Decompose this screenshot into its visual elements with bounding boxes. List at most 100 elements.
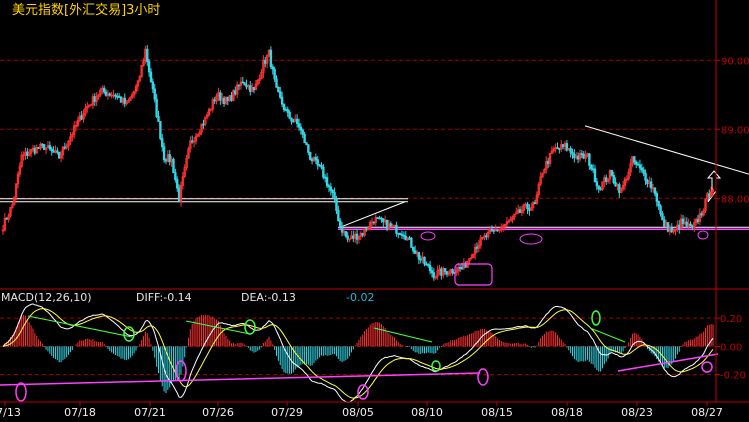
date-tick-label: 07/29 xyxy=(271,406,303,419)
candle-body xyxy=(277,86,280,93)
candle-body xyxy=(546,160,550,165)
candle-body xyxy=(26,151,29,156)
candle-body xyxy=(397,232,400,235)
candle-body xyxy=(659,205,662,215)
macd-histogram xyxy=(4,314,714,394)
candle-body xyxy=(408,237,411,240)
candle-body xyxy=(595,181,599,187)
candle-body xyxy=(597,185,600,190)
candle-body xyxy=(162,146,166,161)
candle-body xyxy=(355,233,359,240)
candle-body xyxy=(280,96,284,105)
candle-body xyxy=(412,247,415,252)
candle-body xyxy=(89,104,93,107)
candle-body xyxy=(168,154,171,163)
candle-body xyxy=(633,156,636,163)
candle-body xyxy=(558,148,561,150)
candle-body xyxy=(50,148,53,151)
candle-body xyxy=(123,97,126,105)
candle-body xyxy=(329,186,333,191)
date-tick-label: 08/15 xyxy=(481,406,513,419)
price-marker-ellipse xyxy=(697,230,709,240)
candle-body xyxy=(580,153,584,155)
candle-body xyxy=(303,133,306,144)
candle-body xyxy=(352,235,355,239)
macd-tick-label: 0.00 xyxy=(720,342,742,353)
candle-body xyxy=(339,220,342,227)
date-tick-label: 08/27 xyxy=(691,406,723,419)
candle-body xyxy=(666,222,670,232)
candle-body xyxy=(634,161,638,165)
candle-body xyxy=(569,148,572,153)
price-tick-label: 88.00 xyxy=(721,194,749,205)
candle-body xyxy=(526,203,529,210)
candle-body xyxy=(301,129,304,135)
candle-body xyxy=(642,169,645,174)
date-tick-label: 07/21 xyxy=(134,406,166,419)
candle-body xyxy=(320,164,323,168)
candle-body xyxy=(243,82,246,86)
macd-dea-value: DEA:-0.13 xyxy=(241,291,296,304)
candle-body xyxy=(48,145,52,150)
candle-body xyxy=(599,188,602,191)
candle-body xyxy=(417,252,421,260)
candle-body xyxy=(191,140,194,143)
date-tick-label: 08/23 xyxy=(621,406,653,419)
date-tick-label: 07/26 xyxy=(202,406,234,419)
price-marker-ellipse xyxy=(420,231,436,241)
candle-body xyxy=(237,84,241,87)
candle-body xyxy=(269,49,273,68)
candlestick-series xyxy=(1,45,715,281)
candle-body xyxy=(177,187,181,202)
candle-body xyxy=(335,198,338,211)
candle-body xyxy=(561,144,565,148)
candle-body xyxy=(636,163,640,166)
chart-title: 美元指数[外汇交易]3小时 xyxy=(12,3,161,18)
candle-body xyxy=(52,150,55,153)
candle-body xyxy=(649,181,653,189)
candle-body xyxy=(264,59,267,64)
candle-body xyxy=(284,109,288,111)
candle-body xyxy=(33,147,37,154)
macd-divergence-line xyxy=(373,327,433,343)
candle-body xyxy=(119,96,123,103)
price-tick-label: 89.00 xyxy=(721,125,749,136)
candle-body xyxy=(378,217,381,220)
macd-marker-ellipse xyxy=(431,360,441,372)
candle-body xyxy=(428,265,432,272)
candle-body xyxy=(327,185,331,188)
candle-body xyxy=(104,91,108,96)
candle-body xyxy=(230,95,233,101)
candle-body xyxy=(252,86,256,91)
date-tick-label: 08/18 xyxy=(551,406,583,419)
candle-body xyxy=(661,213,664,221)
candle-body xyxy=(593,168,597,183)
candle-body xyxy=(663,219,666,227)
candle-body xyxy=(292,120,295,123)
candle-body xyxy=(234,90,237,95)
candle-body xyxy=(108,93,111,96)
candle-body xyxy=(451,269,454,274)
candle-body xyxy=(333,192,336,200)
candle-body xyxy=(93,96,96,102)
candle-body xyxy=(458,266,462,269)
candle-body xyxy=(685,221,688,227)
candle-body xyxy=(155,98,158,117)
candle-body xyxy=(404,235,407,241)
candle-body xyxy=(282,103,286,110)
chart-canvas: 90.00 89.00 88.00 0.20 0.00 -0.20 07/13 07/18 07… xyxy=(0,0,749,419)
candle-body xyxy=(419,258,422,261)
candle-body xyxy=(571,151,574,155)
candle-body xyxy=(63,146,67,149)
candle-body xyxy=(151,81,155,90)
candle-body xyxy=(174,172,177,181)
macd-diff-value: DIFF:-0.14 xyxy=(136,291,192,304)
candle-body xyxy=(380,217,383,220)
candle-body xyxy=(337,210,340,222)
candle-body xyxy=(365,228,368,231)
candle-body xyxy=(102,87,106,93)
candle-body xyxy=(241,81,244,84)
candle-body xyxy=(638,164,642,169)
macd-marker-ellipse xyxy=(15,382,27,402)
candle-body xyxy=(582,153,585,159)
